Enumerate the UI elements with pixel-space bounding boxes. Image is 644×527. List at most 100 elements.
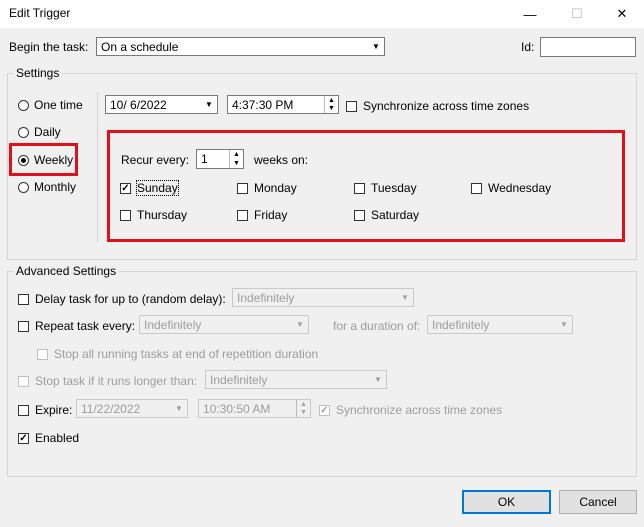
window-title: Edit Trigger xyxy=(9,6,71,20)
duration-dropdown: Indefinitely ▼ xyxy=(427,315,573,334)
start-time-value: 4:37:30 PM xyxy=(232,98,294,112)
checkbox-box xyxy=(120,209,131,221)
day-label: Tuesday xyxy=(371,181,417,195)
checkbox-box xyxy=(237,182,248,194)
radio-weekly[interactable]: Weekly xyxy=(18,153,73,167)
radio-label: Weekly xyxy=(34,153,74,167)
expire-label: Expire: xyxy=(35,403,73,417)
radio-dot xyxy=(18,181,29,193)
minimize-button[interactable]: — xyxy=(508,0,552,28)
duration-label: for a duration of: xyxy=(333,319,421,333)
expire-checkbox[interactable]: Expire: xyxy=(18,403,72,417)
repeat-value: Indefinitely xyxy=(144,318,202,332)
begin-task-dropdown[interactable]: On a schedule ▼ xyxy=(96,37,385,56)
delay-value: Indefinitely xyxy=(237,291,295,305)
sync-timezones-label: Synchronize across time zones xyxy=(363,99,530,113)
chevron-down-icon: ▼ xyxy=(175,404,183,413)
expire-date-picker: 11/22/2022 ▼ xyxy=(76,399,188,418)
recur-every-label: Recur every: xyxy=(121,153,190,167)
close-icon: ✕ xyxy=(616,6,628,21)
radio-dot xyxy=(18,126,29,138)
day-label: Monday xyxy=(254,181,297,195)
enabled-label: Enabled xyxy=(35,431,80,445)
day-checkbox-wednesday[interactable]: Wednesday xyxy=(471,181,551,195)
cancel-button[interactable]: Cancel xyxy=(559,490,637,514)
repeat-dropdown: Indefinitely ▼ xyxy=(139,315,309,334)
day-label: Wednesday xyxy=(488,181,552,195)
spin-up-icon: ▲ xyxy=(296,400,310,409)
chevron-down-icon: ▼ xyxy=(296,320,304,329)
enabled-checkbox[interactable]: ✓ Enabled xyxy=(18,431,79,445)
day-checkbox-monday[interactable]: Monday xyxy=(237,181,297,195)
expire-time-value: 10:30:50 AM xyxy=(203,402,271,416)
radio-daily[interactable]: Daily xyxy=(18,125,61,139)
expire-sync-checkbox: ✓ Synchronize across time zones xyxy=(319,403,502,417)
spin-down-icon[interactable]: ▼ xyxy=(229,159,243,168)
close-button[interactable]: ✕ xyxy=(600,0,644,28)
duration-value: Indefinitely xyxy=(432,318,490,332)
advanced-settings-legend: Advanced Settings xyxy=(13,264,120,278)
recur-every-spinner[interactable]: 1 ▲ ▼ xyxy=(196,149,244,169)
maximize-button: ☐ xyxy=(555,0,599,28)
checkbox-box xyxy=(18,293,29,305)
stop-task-longer-label: Stop task if it runs longer than: xyxy=(35,374,198,388)
begin-task-value: On a schedule xyxy=(101,40,179,54)
expire-sync-label: Synchronize across time zones xyxy=(336,403,503,417)
delay-task-label: Delay task for up to (random delay): xyxy=(35,292,226,306)
id-field[interactable] xyxy=(540,37,636,57)
day-label: Thursday xyxy=(137,208,188,222)
ok-button[interactable]: OK xyxy=(462,490,551,514)
id-label: Id: xyxy=(521,40,535,54)
start-time-picker[interactable]: 4:37:30 PM ▲ ▼ xyxy=(227,95,339,114)
day-checkbox-sunday[interactable]: ✓ Sunday xyxy=(120,180,179,196)
spin-down-icon: ▼ xyxy=(296,408,310,417)
time-spinner[interactable]: ▲ ▼ xyxy=(324,96,338,113)
checkbox-box xyxy=(354,182,365,194)
radio-one-time[interactable]: One time xyxy=(18,98,83,112)
checkbox-box xyxy=(18,320,29,332)
chevron-down-icon: ▼ xyxy=(560,320,568,329)
chevron-down-icon: ▼ xyxy=(205,100,213,109)
checkbox-box-checked: ✓ xyxy=(120,182,131,194)
stop-all-tasks-label: Stop all running tasks at end of repetit… xyxy=(54,347,319,361)
delay-dropdown: Indefinitely ▼ xyxy=(232,288,414,307)
weeks-on-label: weeks on: xyxy=(254,153,309,167)
expire-time-spinner: ▲ ▼ xyxy=(296,400,310,417)
radio-label: Monthly xyxy=(34,180,77,194)
repeat-task-checkbox[interactable]: Repeat task every: xyxy=(18,319,135,333)
begin-task-label: Begin the task: xyxy=(9,40,89,54)
stop-longer-dropdown: Indefinitely ▼ xyxy=(205,370,387,389)
start-date-picker[interactable]: 10/ 6/2022 ▼ xyxy=(105,95,218,114)
day-checkbox-friday[interactable]: Friday xyxy=(237,208,287,222)
recur-every-value: 1 xyxy=(201,152,208,166)
checkbox-box xyxy=(346,100,357,112)
checkbox-box xyxy=(18,375,29,387)
chevron-down-icon: ▼ xyxy=(401,293,409,302)
recur-spin[interactable]: ▲ ▼ xyxy=(229,150,243,168)
day-checkbox-saturday[interactable]: Saturday xyxy=(354,208,419,222)
stop-task-longer-checkbox: Stop task if it runs longer than: xyxy=(18,374,197,388)
radio-monthly[interactable]: Monthly xyxy=(18,180,76,194)
sync-timezones-checkbox[interactable]: Synchronize across time zones xyxy=(346,99,529,113)
checkbox-box xyxy=(237,209,248,221)
start-date-value: 10/ 6/2022 xyxy=(110,98,167,112)
maximize-icon: ☐ xyxy=(571,6,583,21)
chevron-down-icon: ▼ xyxy=(372,42,380,51)
spin-down-icon[interactable]: ▼ xyxy=(324,104,338,113)
day-checkbox-thursday[interactable]: Thursday xyxy=(120,208,187,222)
checkbox-box xyxy=(354,209,365,221)
checkbox-box xyxy=(471,182,482,194)
spin-up-icon[interactable]: ▲ xyxy=(324,96,338,105)
checkbox-box xyxy=(37,348,48,360)
expire-time-picker: 10:30:50 AM ▲ ▼ xyxy=(198,399,311,418)
checkbox-box-checked: ✓ xyxy=(18,432,29,444)
repeat-task-label: Repeat task every: xyxy=(35,319,136,333)
delay-task-checkbox[interactable]: Delay task for up to (random delay): xyxy=(18,292,226,306)
day-checkbox-tuesday[interactable]: Tuesday xyxy=(354,181,417,195)
day-label: Friday xyxy=(254,208,288,222)
radio-label: Daily xyxy=(34,125,61,139)
spin-up-icon[interactable]: ▲ xyxy=(229,150,243,159)
settings-divider xyxy=(97,92,98,242)
minimize-icon: — xyxy=(523,6,537,22)
day-label: Saturday xyxy=(371,208,420,222)
